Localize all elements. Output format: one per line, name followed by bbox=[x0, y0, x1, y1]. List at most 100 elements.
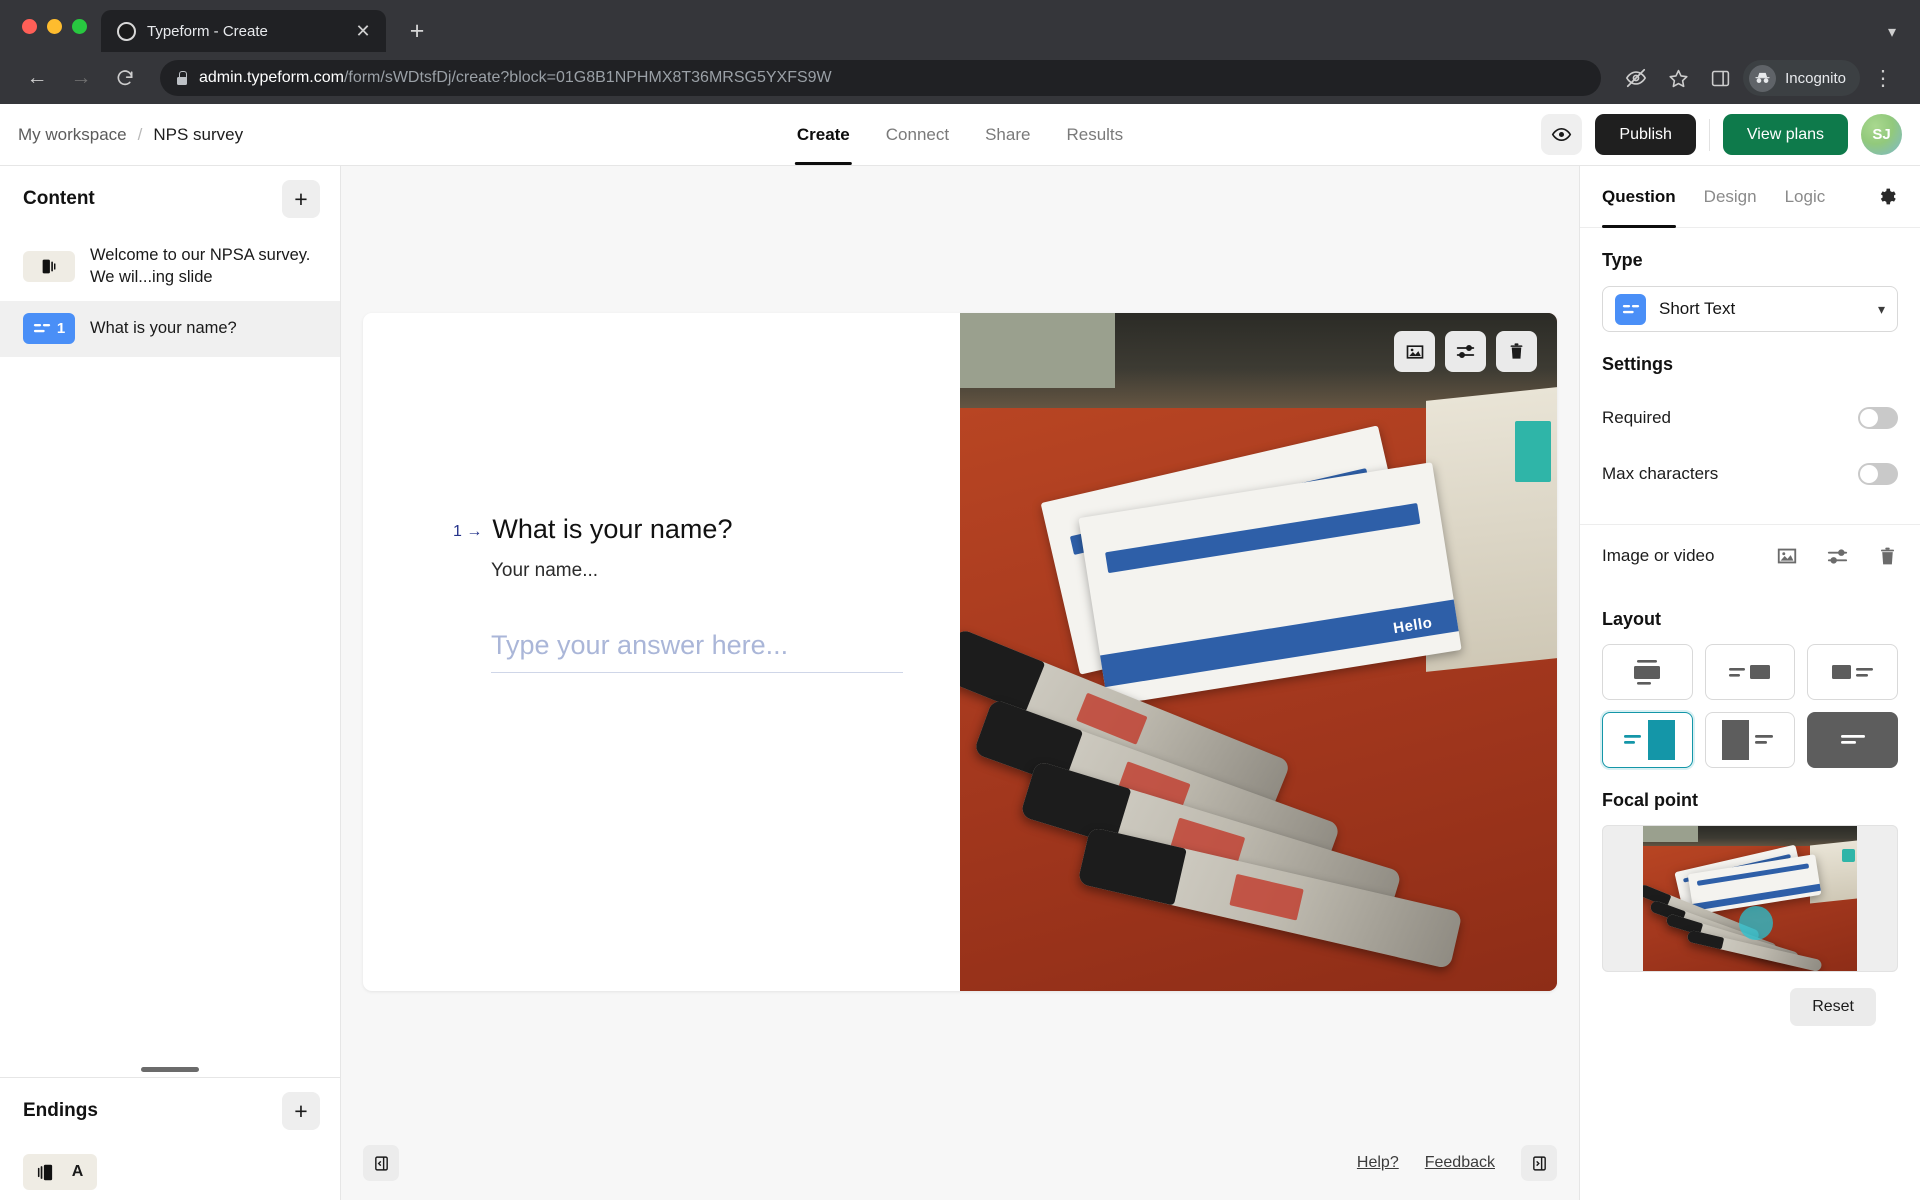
close-window-button[interactable] bbox=[22, 18, 37, 34]
adjust-media-button[interactable] bbox=[1826, 545, 1849, 568]
type-section: Type Short Text ▾ bbox=[1580, 228, 1920, 332]
question-content: 1 → What is your name? Your name... bbox=[363, 313, 960, 991]
image-toolbar bbox=[1394, 331, 1537, 372]
focal-point-section-header: Focal point bbox=[1580, 768, 1920, 811]
layout-image-background[interactable] bbox=[1807, 712, 1898, 768]
right-panel-tabs: Question Design Logic bbox=[1580, 166, 1920, 228]
tab-question[interactable]: Question bbox=[1602, 166, 1676, 228]
max-characters-toggle[interactable] bbox=[1858, 463, 1898, 485]
setting-required: Required bbox=[1580, 390, 1920, 446]
tab-strip: Typeform - Create ✕ + ▾ bbox=[0, 0, 1920, 52]
content-title: Content bbox=[23, 188, 95, 209]
question-heading-row: 1 → What is your name? bbox=[453, 513, 960, 547]
tab-connect[interactable]: Connect bbox=[884, 104, 951, 165]
focal-point-title: Focal point bbox=[1602, 790, 1698, 810]
maximize-window-button[interactable] bbox=[72, 18, 87, 34]
gear-icon[interactable] bbox=[1877, 186, 1898, 207]
collapse-right-panel-icon[interactable] bbox=[1521, 1145, 1557, 1181]
view-plans-button[interactable]: View plans bbox=[1722, 114, 1848, 155]
kebab-menu-icon[interactable]: ⋮ bbox=[1864, 59, 1902, 97]
endings-title: Endings bbox=[23, 1100, 98, 1121]
remove-media-button[interactable] bbox=[1877, 546, 1898, 567]
ending-letter: A bbox=[71, 1163, 84, 1180]
focal-point-picker[interactable] bbox=[1602, 825, 1898, 972]
url-input[interactable]: admin.typeform.com/form/sWDtsfDj/create?… bbox=[160, 60, 1602, 96]
add-content-button[interactable]: + bbox=[282, 180, 320, 218]
type-title: Type bbox=[1602, 250, 1643, 270]
settings-title: Settings bbox=[1602, 354, 1674, 374]
collapse-left-panel-icon[interactable] bbox=[363, 1145, 399, 1181]
required-toggle[interactable] bbox=[1858, 407, 1898, 429]
eye-off-icon[interactable] bbox=[1617, 59, 1655, 97]
close-icon[interactable]: ✕ bbox=[350, 18, 376, 44]
page-title[interactable]: What is your name? bbox=[492, 513, 732, 547]
question-description[interactable]: Your name... bbox=[491, 560, 960, 582]
back-arrow-icon[interactable]: ← bbox=[18, 59, 56, 97]
chevron-down-icon[interactable]: ▾ bbox=[1888, 22, 1896, 42]
image-or-video-label: Image or video bbox=[1602, 546, 1715, 565]
layout-image-left-full-text-right[interactable] bbox=[1704, 712, 1796, 768]
browser-tab[interactable]: Typeform - Create ✕ bbox=[101, 10, 386, 52]
browser-chrome: Typeform - Create ✕ + ▾ ← → admin.typefo… bbox=[0, 0, 1920, 104]
incognito-indicator[interactable]: Incognito bbox=[1743, 60, 1860, 96]
minimize-window-button[interactable] bbox=[47, 18, 62, 34]
tab-design[interactable]: Design bbox=[1704, 166, 1757, 228]
layout-section-header: Layout bbox=[1580, 587, 1920, 630]
reload-icon[interactable] bbox=[106, 59, 144, 97]
focal-point-marker[interactable] bbox=[1739, 905, 1774, 940]
short-text-icon bbox=[1615, 293, 1646, 325]
list-item[interactable]: Welcome to our NPSA survey. We wil...ing… bbox=[0, 232, 340, 301]
preview-button[interactable] bbox=[1541, 114, 1583, 155]
feedback-link[interactable]: Feedback bbox=[1425, 1154, 1495, 1172]
list-item-number: 1 bbox=[56, 320, 66, 338]
list-item[interactable]: A bbox=[0, 1144, 340, 1200]
list-item[interactable]: 1 What is your name? bbox=[0, 300, 340, 357]
url-path: /form/sWDtsfDj/create?block=01G8B1NPHMX8… bbox=[343, 69, 832, 86]
publish-button[interactable]: Publish bbox=[1595, 114, 1696, 155]
sidebar-resize-handle[interactable] bbox=[141, 1067, 199, 1072]
layout-text-left-image-right-full[interactable] bbox=[1602, 712, 1693, 768]
breadcrumb: My workspace / NPS survey bbox=[18, 125, 243, 145]
welcome-screen-icon bbox=[23, 250, 75, 282]
layout-image-left-small-text-right[interactable] bbox=[1807, 644, 1898, 700]
layout-stacked-center[interactable] bbox=[1602, 644, 1693, 700]
address-bar: ← → admin.typeform.com/form/sWDtsfDj/cre… bbox=[0, 52, 1920, 104]
breadcrumb-workspace[interactable]: My workspace bbox=[18, 125, 127, 145]
image-or-video-row: Image or video bbox=[1580, 525, 1920, 587]
breadcrumb-form-name[interactable]: NPS survey bbox=[153, 125, 243, 145]
omnibox-actions: Incognito ⋮ bbox=[1617, 59, 1902, 97]
layout-text-left-image-right-small[interactable] bbox=[1704, 644, 1796, 700]
tab-logic[interactable]: Logic bbox=[1785, 166, 1826, 228]
delete-image-button[interactable] bbox=[1496, 331, 1537, 372]
incognito-label: Incognito bbox=[1785, 69, 1846, 87]
list-item-label: Welcome to our NPSA survey. We wil...ing… bbox=[90, 246, 311, 287]
replace-media-button[interactable] bbox=[1776, 545, 1798, 567]
reset-button[interactable]: Reset bbox=[1790, 988, 1876, 1026]
tab-create[interactable]: Create bbox=[794, 104, 852, 165]
incognito-icon bbox=[1749, 64, 1777, 92]
question-type-select[interactable]: Short Text ▾ bbox=[1602, 286, 1898, 332]
tab-share[interactable]: Share bbox=[983, 104, 1032, 165]
setting-max-characters: Max characters bbox=[1580, 446, 1920, 502]
lock-icon bbox=[176, 71, 188, 85]
left-sidebar: Content + Welcome to our NPSA survey. We… bbox=[0, 166, 341, 1200]
avatar[interactable]: SJ bbox=[1861, 114, 1902, 155]
tab-results[interactable]: Results bbox=[1064, 104, 1125, 165]
star-icon[interactable] bbox=[1659, 59, 1697, 97]
help-link[interactable]: Help? bbox=[1357, 1154, 1399, 1172]
focal-reset-row: Reset bbox=[1602, 972, 1898, 1026]
plus-icon[interactable]: + bbox=[400, 14, 434, 48]
canvas-footer: Help? Feedback bbox=[341, 1126, 1579, 1200]
adjust-image-button[interactable] bbox=[1445, 331, 1486, 372]
app-header: My workspace / NPS survey Create Connect… bbox=[0, 104, 1920, 166]
add-ending-button[interactable]: + bbox=[282, 1092, 320, 1130]
chevron-down-icon: ▾ bbox=[1877, 300, 1885, 317]
side-panel-icon[interactable] bbox=[1701, 59, 1739, 97]
question-image: Hello bbox=[960, 313, 1557, 991]
setting-label: Max characters bbox=[1602, 464, 1719, 483]
change-image-button[interactable] bbox=[1394, 331, 1435, 372]
image-or-video-actions bbox=[1776, 545, 1898, 568]
forward-arrow-icon[interactable]: → bbox=[62, 59, 100, 97]
answer-input[interactable] bbox=[491, 629, 903, 673]
block-list: Welcome to our NPSA survey. We wil...ing… bbox=[0, 232, 340, 1077]
